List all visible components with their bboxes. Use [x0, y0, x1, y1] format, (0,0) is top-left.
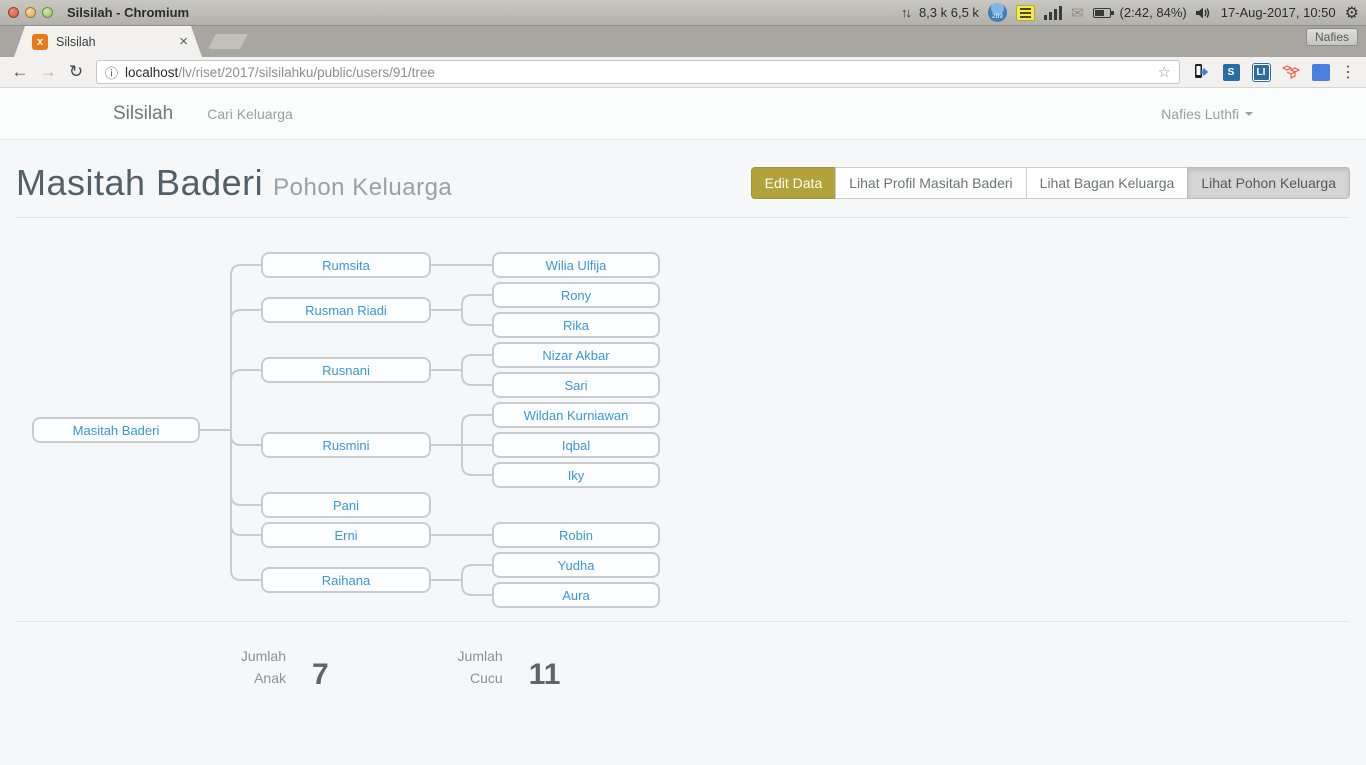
page-info-icon[interactable]: ⓘ — [105, 63, 118, 82]
edit-data-button[interactable]: Edit Data — [751, 167, 837, 199]
action-button-group: Edit Data Lihat Profil Masitah Baderi Li… — [751, 167, 1350, 199]
address-bar[interactable]: ⓘ localhost/lv/riset/2017/silsilahku/pub… — [96, 60, 1180, 84]
tree-node[interactable]: Raihana — [261, 567, 431, 593]
battery-icon[interactable] — [1093, 8, 1111, 18]
jumlah-anak-label: Jumlah Anak — [230, 646, 286, 689]
tree-node[interactable]: Iky — [492, 462, 660, 488]
li-extension-icon[interactable]: LI — [1250, 61, 1272, 83]
tree-node[interactable]: Rusnani — [261, 357, 431, 383]
list-indicator-icon[interactable] — [1016, 5, 1035, 21]
tree-node[interactable]: Wilia Ulfija — [492, 252, 660, 278]
tab-silsilah[interactable]: x Silsilah × — [14, 26, 202, 57]
lihat-pohon-button[interactable]: Lihat Pohon Keluarga — [1187, 167, 1350, 199]
page-title: Masitah BaderiPohon Keluarga — [16, 162, 452, 204]
tree-node[interactable]: Iqbal — [492, 432, 660, 458]
tree-node[interactable]: Rony — [492, 282, 660, 308]
new-tab-button[interactable] — [208, 34, 248, 49]
tree-node[interactable]: Erni — [261, 522, 431, 548]
url-host: localhost — [125, 65, 178, 80]
mail-icon[interactable]: ✉ — [1071, 4, 1084, 22]
tree-node[interactable]: Masitah Baderi — [32, 417, 200, 443]
footer-divider — [16, 621, 1350, 622]
web-page: Silsilah Cari Keluarga Nafies Luthfi Mas… — [0, 88, 1366, 765]
battery-label: (2:42, 84%) — [1120, 5, 1187, 20]
family-tree: Masitah Baderi Rumsita Wilia Ulfija Rusman … — [16, 252, 1350, 608]
window-controls — [8, 7, 53, 18]
s-extension-icon[interactable]: S — [1220, 61, 1242, 83]
url-text: localhost/lv/riset/2017/silsilahku/publi… — [125, 65, 1150, 80]
push-extension-icon[interactable] — [1190, 61, 1212, 83]
network-rate-label: 8,3 k 6,5 k — [919, 5, 979, 20]
window-title: Silsilah - Chromium — [67, 5, 189, 20]
blue-extension-icon[interactable] — [1310, 61, 1332, 83]
lihat-bagan-button[interactable]: Lihat Bagan Keluarga — [1026, 167, 1189, 199]
jumlah-cucu-label: Jumlah Cucu — [447, 646, 503, 689]
tree-node[interactable]: Wildan Kurniawan — [492, 402, 660, 428]
xampp-favicon-icon: x — [32, 34, 48, 50]
tab-title: Silsilah — [56, 35, 179, 49]
tree-node[interactable]: Nizar Akbar — [492, 342, 660, 368]
tree-node[interactable]: Aura — [492, 582, 660, 608]
page-subtitle: Pohon Keluarga — [273, 174, 452, 201]
tab-close-icon[interactable]: × — [179, 34, 188, 49]
summary-stats: Jumlah Anak 7 Jumlah Cucu 11 — [230, 646, 1350, 689]
jumlah-cucu-value: 11 — [529, 661, 561, 690]
back-button[interactable]: ← — [8, 60, 32, 84]
user-name: Nafies Luthfi — [1161, 106, 1239, 122]
nav-cari-keluarga[interactable]: Cari Keluarga — [207, 106, 293, 122]
system-tray: ↑↓ 8,3 k 6,5 k 289 ✉ (2:42, 84%) 17-Aug-… — [901, 3, 1366, 23]
reload-button[interactable]: ↻ — [64, 60, 88, 84]
tree-node[interactable]: Rika — [492, 312, 660, 338]
jumlah-anak-value: 7 — [312, 661, 329, 690]
bookmark-star-icon[interactable]: ☆ — [1158, 63, 1171, 81]
volume-icon[interactable] — [1196, 6, 1212, 20]
tree-node[interactable]: Rusman Riadi — [261, 297, 431, 323]
window-maximize-button[interactable] — [42, 7, 53, 18]
browser-menu-icon[interactable]: ⋮ — [1338, 62, 1358, 82]
tree-node[interactable]: Pani — [261, 492, 431, 518]
forward-button[interactable]: → — [36, 60, 60, 84]
tree-node[interactable]: Rusmini — [261, 432, 431, 458]
chevron-down-icon — [1245, 112, 1253, 116]
browser-toolbar: ← → ↻ ⓘ localhost/lv/riset/2017/silsilah… — [0, 57, 1366, 88]
window-minimize-button[interactable] — [25, 7, 36, 18]
header-divider — [16, 217, 1350, 218]
network-arrows-icon[interactable]: ↑↓ — [901, 5, 910, 20]
laravel-extension-icon[interactable] — [1280, 61, 1302, 83]
screen: Silsilah - Chromium ↑↓ 8,3 k 6,5 k 289 ✉… — [0, 0, 1366, 765]
site-navbar: Silsilah Cari Keluarga Nafies Luthfi — [0, 88, 1366, 140]
lihat-profil-button[interactable]: Lihat Profil Masitah Baderi — [835, 167, 1026, 199]
tree-node[interactable]: Rumsita — [261, 252, 431, 278]
gear-icon[interactable]: ⚙ — [1345, 3, 1359, 23]
brand-link[interactable]: Silsilah — [113, 103, 173, 125]
window-titlebar: Silsilah - Chromium ↑↓ 8,3 k 6,5 k 289 ✉… — [0, 0, 1366, 26]
clock-label[interactable]: 17-Aug-2017, 10:50 — [1221, 5, 1336, 20]
username-overlay: Nafies — [1306, 28, 1358, 46]
tab-strip: x Silsilah × Nafies — [0, 26, 1366, 57]
download-badge-icon[interactable]: 289 — [988, 3, 1007, 22]
tree-node[interactable]: Robin — [492, 522, 660, 548]
user-dropdown[interactable]: Nafies Luthfi — [1161, 106, 1253, 122]
url-path: /lv/riset/2017/silsilahku/public/users/9… — [178, 65, 435, 80]
window-close-button[interactable] — [8, 7, 19, 18]
tree-node[interactable]: Yudha — [492, 552, 660, 578]
tree-node[interactable]: Sari — [492, 372, 660, 398]
signal-strength-icon[interactable] — [1044, 6, 1062, 20]
